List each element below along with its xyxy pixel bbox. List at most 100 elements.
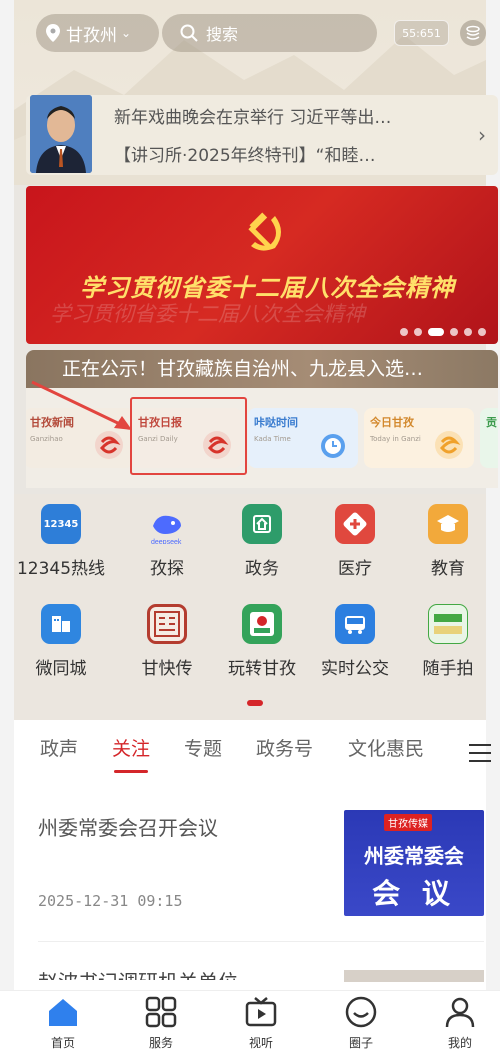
service-play-ganzi[interactable]: 玩转甘孜 xyxy=(215,604,309,679)
service-realtime-bus[interactable]: 实时公交 xyxy=(308,604,402,679)
location-selector[interactable]: 甘孜州 ⌄ xyxy=(36,14,159,52)
article-thumbnail-2[interactable] xyxy=(344,970,484,982)
chevron-right-icon[interactable]: › xyxy=(478,123,486,147)
graduation-cap-icon xyxy=(428,504,468,544)
article-title[interactable]: 州委常委会召开会议 xyxy=(38,812,218,841)
annotation-arrow-icon xyxy=(31,380,132,430)
service-label: 教育 xyxy=(431,559,465,579)
article-thumbnail[interactable]: 甘孜传媒 州委常委会 会 议 xyxy=(344,810,484,916)
tourism-guide-icon xyxy=(242,604,282,644)
service-education[interactable]: 教育 xyxy=(401,504,495,579)
service-label: 微同城 xyxy=(35,659,87,679)
service-label: 12345热线 xyxy=(16,559,106,579)
nav-label: 服务 xyxy=(148,1036,173,1050)
news-photo xyxy=(30,95,92,173)
service-government[interactable]: 政务 xyxy=(215,504,309,579)
thumb-badge: 甘孜传媒 xyxy=(384,814,432,831)
app-kada-time[interactable]: 咔哒时间 Kada Time xyxy=(248,408,358,468)
snapshot-icon xyxy=(428,604,468,644)
carousel-dot[interactable] xyxy=(400,328,408,336)
tv-play-icon xyxy=(245,997,277,1027)
carousel-dots[interactable] xyxy=(400,328,486,336)
nav-label: 首页 xyxy=(50,1036,75,1050)
service-grid: 12345 12345热线 deepseek 孜探 政务 医疗 教育 微同城 甘… xyxy=(14,494,486,720)
service-wei-tongcheng[interactable]: 微同城 xyxy=(14,604,108,679)
news-line-1[interactable]: 新年戏曲晚会在京举行 习近平等出… xyxy=(114,103,391,128)
thumb-line-1: 州委常委会 xyxy=(364,844,464,868)
search-bar[interactable]: 搜索 xyxy=(162,14,377,52)
search-icon xyxy=(180,24,198,42)
home-icon xyxy=(49,999,77,1026)
article-title-2[interactable]: 赵波书记调研机关单位 xyxy=(38,966,238,980)
service-label: 实时公交 xyxy=(321,659,389,679)
smile-circle-icon xyxy=(345,996,377,1028)
nav-label: 我的 xyxy=(447,1036,472,1050)
category-tabs: 政声 关注 专题 政务号 文化惠民 xyxy=(14,720,491,776)
alarm-clock-icon xyxy=(321,434,345,458)
city-building-icon xyxy=(41,604,81,644)
service-label: 随手拍 xyxy=(422,659,474,679)
service-label: 甘快传 xyxy=(141,659,193,679)
hero-banner[interactable]: 学习贯彻省委十二届八次全会精神 学习贯彻省委十二届八次全会精神 xyxy=(26,186,498,344)
nav-mine[interactable]: 我的 xyxy=(430,995,490,1051)
nav-home[interactable]: 首页 xyxy=(33,995,93,1051)
deepseek-whale-icon: deepseek xyxy=(147,504,187,544)
service-snapshot[interactable]: 随手拍 xyxy=(401,604,495,679)
svg-text:deepseek: deepseek xyxy=(151,539,182,544)
service-label: 政务 xyxy=(245,559,279,579)
tab-topics[interactable]: 专题 xyxy=(184,734,222,761)
search-placeholder: 搜索 xyxy=(206,25,239,44)
annotation-highlight-box xyxy=(130,397,247,475)
tab-zhengsheng[interactable]: 政声 xyxy=(40,734,78,761)
service-medical[interactable]: 医疗 xyxy=(308,504,402,579)
app-more[interactable]: 贡 xyxy=(480,408,498,468)
service-label: 孜探 xyxy=(150,559,184,579)
app-today-ganzi[interactable]: 今日甘孜 Today in Ganzi xyxy=(364,408,474,468)
carousel-dot[interactable] xyxy=(450,328,458,336)
nav-label: 圈子 xyxy=(348,1036,373,1050)
bus-icon xyxy=(335,604,375,644)
news-line-2[interactable]: 【讲习所·2025年终特刊】“和睦… xyxy=(114,141,375,166)
app-name: 咔哒时间 xyxy=(254,416,298,429)
service-label: 医疗 xyxy=(338,559,372,579)
bottom-nav: 首页 服务 视听 圈子 我的 xyxy=(0,990,500,1053)
location-label: 甘孜州 xyxy=(66,25,117,46)
layers-icon[interactable] xyxy=(460,20,486,46)
user-profile-icon xyxy=(445,997,475,1028)
chevron-down-icon: ⌄ xyxy=(121,26,132,40)
news-ticker[interactable]: 新年戏曲晚会在京举行 习近平等出… 【讲习所·2025年终特刊】“和睦… › xyxy=(26,95,498,175)
government-icon xyxy=(242,504,282,544)
nav-label: 视听 xyxy=(248,1036,273,1050)
hotline-12345-icon: 12345 xyxy=(41,504,81,544)
service-hotline[interactable]: 12345 12345热线 xyxy=(14,504,108,579)
tab-culture[interactable]: 文化惠民 xyxy=(348,734,424,761)
hammer-sickle-icon xyxy=(248,212,281,251)
service-zitan[interactable]: deepseek 孜探 xyxy=(120,504,214,579)
nav-video[interactable]: 视听 xyxy=(231,995,291,1051)
carousel-dot[interactable] xyxy=(464,328,472,336)
nav-services[interactable]: 服务 xyxy=(131,995,191,1051)
app-name: 贡 xyxy=(486,416,497,429)
carousel-dot[interactable] xyxy=(478,328,486,336)
grid-page-indicator[interactable] xyxy=(247,700,263,706)
weather-badge[interactable]: 55:651 xyxy=(394,20,449,46)
tab-gov-accounts[interactable]: 政务号 xyxy=(256,734,313,761)
tab-follow[interactable]: 关注 xyxy=(112,734,150,773)
carousel-dot[interactable] xyxy=(414,328,422,336)
service-label: 玩转甘孜 xyxy=(228,659,296,679)
medical-cross-icon xyxy=(335,504,375,544)
service-gan-kuaichuan[interactable]: 甘快传 xyxy=(120,604,214,679)
carousel-dot-active[interactable] xyxy=(428,328,444,336)
seal-stamp-icon xyxy=(147,604,187,644)
app-name: 今日甘孜 xyxy=(370,416,414,429)
divider xyxy=(38,941,484,942)
article-time: 2025-12-31 09:15 xyxy=(38,892,183,910)
hamburger-menu-icon[interactable] xyxy=(469,744,491,768)
today-ganzi-logo-icon xyxy=(435,431,463,459)
nav-circle[interactable]: 圈子 xyxy=(331,995,391,1051)
left-margin xyxy=(0,0,14,1053)
banner-ghost-text: 学习贯彻省委十二届八次全会精神 xyxy=(50,302,365,326)
grid-services-icon xyxy=(145,996,177,1028)
thumb-line-2: 会 议 xyxy=(372,877,456,910)
app-screen: 甘孜州 ⌄ 搜索 55:651 新年戏曲晚会在京举行 习近平等出… 【讲习所·2… xyxy=(0,0,500,1053)
